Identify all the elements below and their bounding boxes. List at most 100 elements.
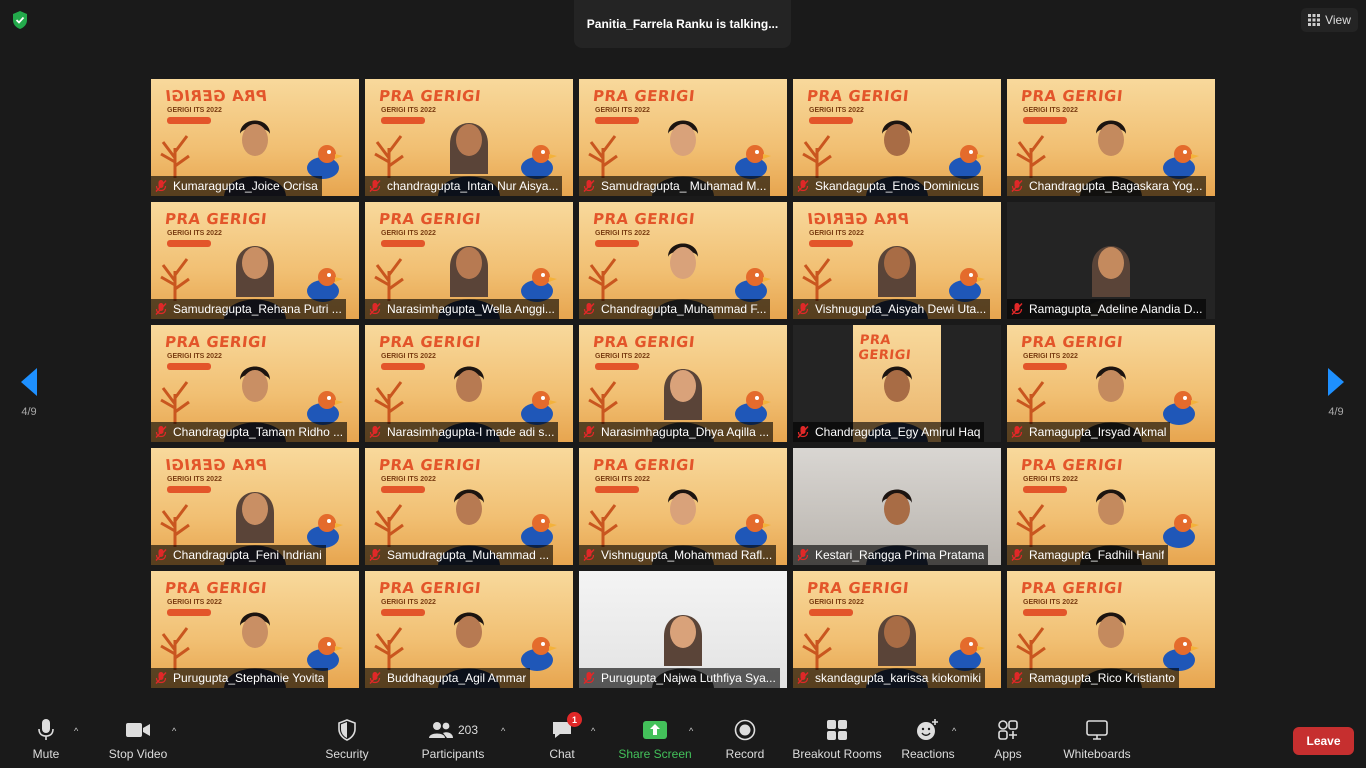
mascot-icon [307, 514, 343, 548]
background-tag [1023, 609, 1067, 616]
participant-name-bar: Ramagupta_Adeline Alandia D... [1007, 299, 1207, 319]
muted-microphone-icon [1011, 303, 1023, 315]
participant-name: chandragupta_Intan Nur Aisya... [387, 179, 559, 193]
mascot-icon [735, 268, 771, 302]
participant-tile[interactable]: PRA GERIGI GERIGI ITS 2022 Samudragupta_Re… [151, 202, 359, 319]
participant-tile[interactable]: PRA GERIGI GERIGI ITS 2022 Skandagupta_Eno… [793, 79, 1001, 196]
reactions-options-caret-icon[interactable]: ^ [952, 726, 956, 736]
background-title: PRA GERIGI [806, 210, 910, 228]
next-page-control[interactable]: 4/9 [1321, 368, 1351, 418]
apps-button[interactable]: Apps [990, 716, 1026, 768]
background-tag [595, 240, 639, 247]
participant-tile[interactable]: PRA GERIGI GERIGI ITS 2022 Vishnugupta_Moh… [579, 448, 787, 565]
view-button-label: View [1325, 13, 1351, 27]
participants-options-caret-icon[interactable]: ^ [501, 726, 505, 736]
background-title: PRA GERIGI [1020, 333, 1124, 351]
chat-options-caret-icon[interactable]: ^ [591, 726, 595, 736]
participant-name-bar: Purugupta_Najwa Luthfiya Sya... [579, 668, 780, 688]
participant-tile[interactable]: PRA GERIGI GERIGI ITS 2022 Ramagupta_Irsya… [1007, 325, 1215, 442]
mute-options-caret-icon[interactable]: ^ [74, 726, 78, 736]
participant-tile[interactable]: PRA GERIGI GERIGI ITS 2022 Narasimhagupta_… [365, 202, 573, 319]
branch-decoration-icon [160, 504, 190, 547]
reactions-label: Reactions [901, 747, 955, 761]
participant-name: Chandragupta_Feni Indriani [173, 548, 322, 562]
branch-decoration-icon [588, 504, 618, 547]
background-subtitle: GERIGI ITS 2022 [381, 107, 436, 114]
background-tag [167, 240, 211, 247]
background-subtitle: GERIGI ITS 2022 [809, 230, 864, 237]
muted-microphone-icon [1011, 180, 1023, 192]
background-tag [1023, 363, 1067, 370]
participant-tile[interactable]: PRA GERIGI GERIGI ITS 2022 Ramagupta_Rico … [1007, 571, 1215, 688]
breakout-rooms-button[interactable]: Breakout Rooms [792, 716, 882, 768]
previous-page-control[interactable]: 4/9 [14, 368, 44, 418]
participant-name-bar: Vishnugupta_Aisyah Dewi Uta... [793, 299, 991, 319]
encryption-shield-icon[interactable] [9, 9, 31, 31]
participant-tile[interactable]: PRA GERIGI GERIGI ITS 2022 Ramagupta_Fadhi… [1007, 448, 1215, 565]
meeting-stage: Panitia_Farrela Ranku is talking... View… [0, 0, 1366, 712]
security-button[interactable]: Security [322, 716, 372, 768]
participant-tile[interactable]: PRA GERIGI Chandragupta_Egy Amirul Haq [793, 325, 1001, 442]
record-button[interactable]: Record [724, 716, 766, 768]
participants-button[interactable]: 203 Participants [420, 716, 486, 768]
background-tag [167, 363, 211, 370]
background-title: PRA GERIGI [164, 456, 268, 474]
active-speaker-text: Panitia_Farrela Ranku is talking... [586, 17, 779, 31]
participant-tile[interactable]: PRA GERIGI GERIGI ITS 2022 Chandragupta_Fe… [151, 448, 359, 565]
video-grid: PRA GERIGI GERIGI ITS 2022 Kumaragupta_Joi… [151, 79, 1215, 688]
chat-unread-badge: 1 [567, 712, 582, 727]
participant-name-bar: Ramagupta_Fadhiil Hanif [1007, 545, 1169, 565]
arrow-left-icon[interactable] [20, 368, 38, 396]
participant-tile[interactable]: PRA GERIGI GERIGI ITS 2022 Chandragupta_Mu… [579, 202, 787, 319]
participant-tile[interactable]: PRA GERIGI GERIGI ITS 2022 Samudragupta_ M… [579, 79, 787, 196]
participant-tile[interactable]: PRA GERIGI GERIGI ITS 2022 Narasimhagupta-… [365, 325, 573, 442]
mute-label: Mute [32, 747, 60, 761]
branch-decoration-icon [1016, 504, 1046, 547]
page-indicator-left: 4/9 [21, 406, 37, 418]
participant-name: Kumaragupta_Joice Ocrisa [173, 179, 318, 193]
participant-tile[interactable]: PRA GERIGI GERIGI ITS 2022 Chandragupta_Ta… [151, 325, 359, 442]
mute-button[interactable]: Mute [28, 716, 64, 768]
background-title: PRA GERIGI [592, 333, 696, 351]
video-options-caret-icon[interactable]: ^ [172, 726, 176, 736]
participant-tile[interactable]: Purugupta_Najwa Luthfiya Sya... [579, 571, 787, 688]
participant-tile[interactable]: PRA GERIGI GERIGI ITS 2022 Narasimhagupta_… [579, 325, 787, 442]
participant-tile[interactable]: PRA GERIGI GERIGI ITS 2022 Samudragupta_Mu… [365, 448, 573, 565]
view-button[interactable]: View [1301, 8, 1358, 32]
background-subtitle: GERIGI ITS 2022 [595, 476, 650, 483]
participant-name: Ramagupta_Rico Kristianto [1029, 671, 1176, 685]
reactions-button[interactable]: Reactions [900, 716, 956, 768]
participant-name: Chandragupta_Bagaskara Yog... [1029, 179, 1203, 193]
background-subtitle: GERIGI ITS 2022 [381, 476, 436, 483]
branch-decoration-icon [160, 627, 190, 670]
participant-tile[interactable]: PRA GERIGI GERIGI ITS 2022 Vishnugupta_Ais… [793, 202, 1001, 319]
share-screen-button[interactable]: Share Screen [618, 716, 692, 768]
muted-microphone-icon [369, 549, 381, 561]
participant-tile[interactable]: PRA GERIGI GERIGI ITS 2022 Purugupta_Steph… [151, 571, 359, 688]
muted-microphone-icon [797, 549, 809, 561]
stop-video-button[interactable]: Stop Video [106, 716, 170, 768]
whiteboards-button[interactable]: Whiteboards [1060, 716, 1134, 768]
participant-tile[interactable]: PRA GERIGI GERIGI ITS 2022 Chandragupta_Ba… [1007, 79, 1215, 196]
participant-tile[interactable]: PRA GERIGI GERIGI ITS 2022 Buddhagupta_Agi… [365, 571, 573, 688]
background-title: PRA GERIGI [164, 87, 268, 105]
share-options-caret-icon[interactable]: ^ [689, 726, 693, 736]
chat-label: Chat [549, 747, 575, 761]
participant-tile[interactable]: PRA GERIGI GERIGI ITS 2022 Kumaragupta_Joi… [151, 79, 359, 196]
arrow-right-icon[interactable] [1327, 368, 1345, 396]
participant-tile[interactable]: Kestari_Rangga Prima Pratama [793, 448, 1001, 565]
muted-microphone-icon [155, 549, 167, 561]
background-tag [381, 117, 425, 124]
leave-button[interactable]: Leave [1293, 727, 1354, 755]
breakout-rooms-icon [827, 720, 847, 740]
branch-decoration-icon [802, 258, 832, 301]
participant-tile[interactable]: PRA GERIGI GERIGI ITS 2022 skandagupta_kar… [793, 571, 1001, 688]
chat-button[interactable]: 1 Chat [547, 712, 582, 768]
participant-name-bar: Kumaragupta_Joice Ocrisa [151, 176, 322, 196]
record-label: Record [725, 747, 765, 761]
mascot-icon [735, 145, 771, 179]
grid-view-icon [1308, 14, 1321, 26]
branch-decoration-icon [802, 135, 832, 178]
participant-tile[interactable]: Ramagupta_Adeline Alandia D... [1007, 202, 1215, 319]
participant-tile[interactable]: PRA GERIGI GERIGI ITS 2022 chandragupta_In… [365, 79, 573, 196]
